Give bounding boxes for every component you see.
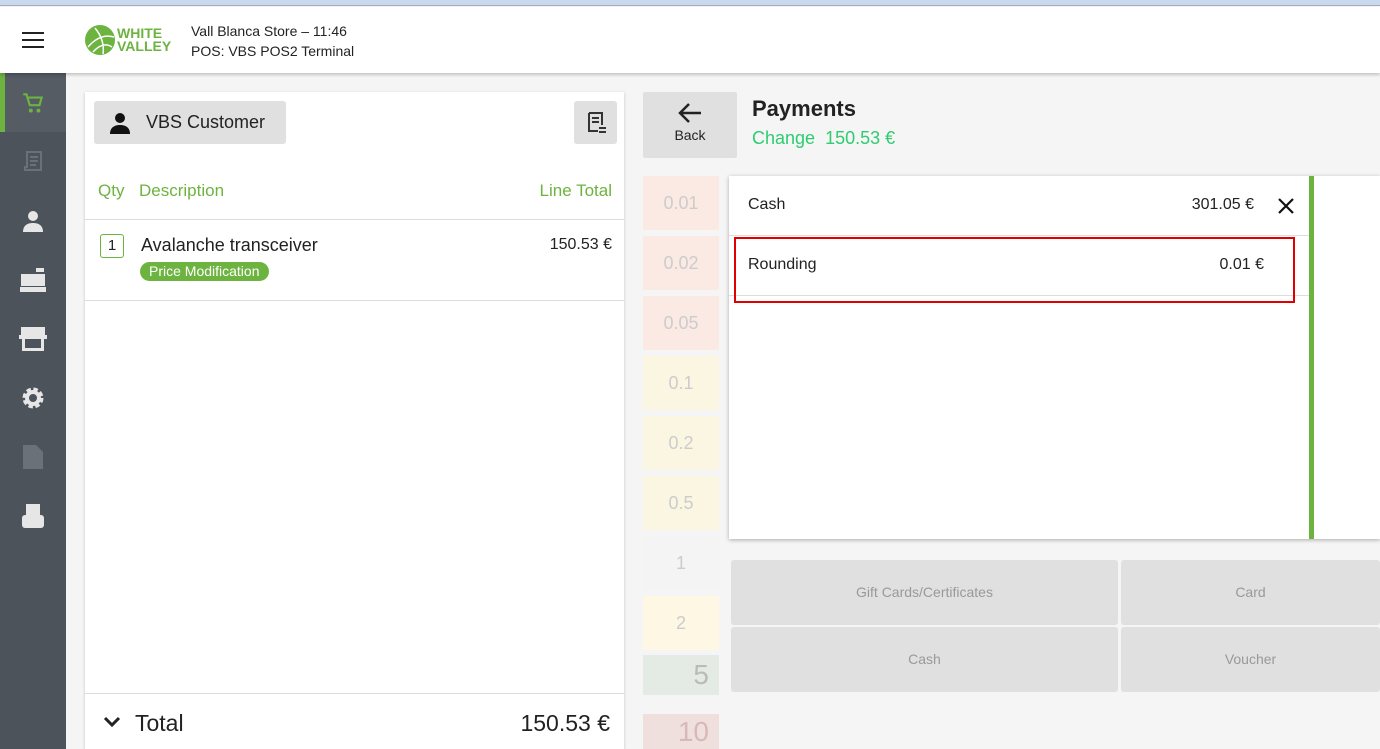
sidebar-item-cart[interactable] (0, 73, 66, 132)
total-label: Total (135, 710, 184, 736)
payment-amount: 301.05 € (1191, 196, 1254, 213)
payment-name: Cash (748, 196, 786, 213)
banknote-10-button[interactable]: 10 (643, 714, 719, 749)
rounding-highlight (734, 237, 1295, 303)
sidebar-item-settings[interactable] (0, 368, 66, 427)
logo-text-bottom: VALLEY (117, 38, 172, 54)
white-valley-logo: WHITE VALLEY (85, 25, 171, 55)
change-display: Change 150.53 € (752, 128, 895, 149)
coin-button[interactable]: 0.2 (643, 416, 719, 470)
store-line: Vall Blanca Store – 11:46 (191, 23, 347, 39)
customer-button[interactable]: VBS Customer (94, 101, 286, 144)
sidebar-item-cash-register[interactable] (0, 250, 66, 309)
app-header: WHITE VALLEY Vall Blanca Store – 11:46 POS… (0, 7, 1380, 73)
coin-button[interactable]: 0.5 (643, 476, 719, 530)
customer-name: VBS Customer (146, 112, 266, 132)
document-icon (23, 444, 43, 469)
coin-button[interactable]: 0.01 (643, 176, 719, 230)
description-header: Description (139, 181, 225, 200)
receipt-icon (24, 150, 42, 171)
payments-title: Payments (752, 96, 856, 121)
back-label: Back (674, 127, 706, 143)
banknote-5-button[interactable]: 5 (643, 655, 719, 695)
sidebar-item-terminal[interactable] (0, 486, 66, 545)
line-qty: 1 (100, 234, 124, 258)
arrow-left-icon (678, 103, 701, 123)
payment-status-bar (1309, 176, 1314, 539)
cash-register-icon (20, 267, 46, 292)
pos-line: POS: VBS POS2 Terminal (191, 43, 355, 59)
total-value: 150.53 € (520, 710, 610, 736)
coin-button[interactable]: 0.1 (643, 356, 719, 410)
total-bar[interactable]: Total 150.53 € (85, 693, 624, 749)
close-icon[interactable] (1277, 197, 1295, 215)
receipt-settings-icon (587, 111, 606, 133)
sidebar-item-customers[interactable] (0, 191, 66, 250)
browser-strip (0, 0, 1380, 6)
ticket-options-button[interactable] (574, 101, 617, 144)
store-icon (19, 326, 47, 351)
terminal-icon (22, 503, 44, 528)
coin-button[interactable]: 0.02 (643, 236, 719, 290)
voucher-button[interactable]: Voucher (1121, 627, 1380, 692)
person-icon (23, 210, 43, 232)
sidebar-item-tickets[interactable] (0, 132, 66, 191)
menu-icon[interactable] (22, 32, 44, 53)
person-icon (110, 113, 130, 134)
change-label: Change (752, 128, 816, 148)
back-button[interactable]: Back (643, 92, 737, 158)
sidebar-item-documents[interactable] (0, 427, 66, 486)
coin-button[interactable]: 1 (643, 536, 719, 590)
payment-row[interactable]: Cash 301.05 € (729, 176, 1309, 236)
qty-header: Qty (98, 181, 125, 200)
sidebar (0, 73, 66, 749)
payment-list: Cash 301.05 € Rounding 0.01 € (729, 176, 1380, 539)
cart-icon (23, 92, 44, 113)
gift-cards-button[interactable]: Gift Cards/Certificates (731, 560, 1118, 625)
line-total: 150.53 € (549, 236, 612, 253)
price-modification-badge: Price Modification (140, 262, 269, 281)
card-button[interactable]: Card (1121, 560, 1380, 625)
line-description: Avalanche transceiver (141, 235, 318, 255)
line-total-header: Line Total (539, 181, 612, 200)
change-value: 150.53 € (825, 128, 896, 148)
cart-panel: VBS Customer Qty Description Line Total … (85, 92, 624, 749)
gear-icon (22, 387, 44, 408)
chevron-down-icon (103, 716, 121, 728)
coin-button[interactable]: 0.05 (643, 296, 719, 350)
cash-button[interactable]: Cash (731, 627, 1118, 692)
coin-button[interactable]: 2 (643, 596, 719, 650)
sidebar-item-store[interactable] (0, 309, 66, 368)
